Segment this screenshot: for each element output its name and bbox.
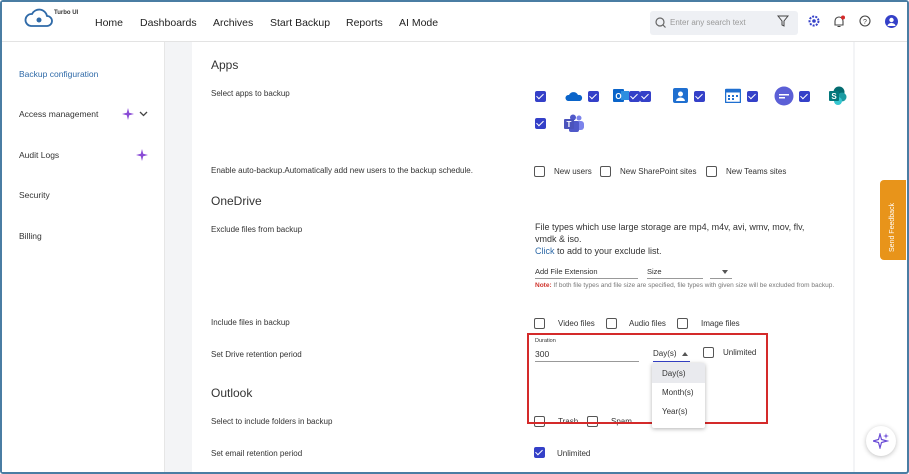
dropdown-option-months[interactable]: Month(s) (662, 388, 694, 397)
contacts-icon (673, 88, 688, 103)
checkbox-app-onedrive[interactable] (588, 91, 599, 102)
send-feedback-tab[interactable]: Send Feedback (880, 180, 906, 260)
checkbox-app-outlook[interactable] (640, 91, 651, 102)
exclude-info-line3: to add to your exclude list. (554, 246, 662, 256)
add-file-extension-input[interactable]: Add File Extension (535, 267, 638, 279)
label-include-folders: Select to include folders in backup (211, 417, 333, 426)
settings-gear-icon[interactable] (808, 15, 820, 27)
exclude-click-link[interactable]: Click (535, 246, 555, 256)
label-exclude-files: Exclude files from backup (211, 225, 303, 234)
retention-unit-dropdown: Day(s) Month(s) Year(s) (652, 363, 705, 428)
svg-text:S: S (831, 92, 837, 101)
notification-bell-icon[interactable] (832, 15, 846, 28)
filter-icon[interactable] (777, 15, 789, 27)
option-new-users-label: New users (554, 167, 592, 176)
brand-logo-icon[interactable] (24, 8, 54, 35)
onedrive-icon (565, 92, 583, 101)
nav-reports[interactable]: Reports (346, 17, 383, 29)
sidebar-item-security[interactable]: Security (19, 190, 50, 200)
user-avatar-icon[interactable] (885, 15, 898, 28)
outlook-icon: O (613, 89, 629, 102)
search-placeholder: Enter any search text (670, 18, 746, 27)
label-drive-retention: Set Drive retention period (211, 350, 302, 359)
option-video-files-label: Video files (558, 319, 595, 328)
note-label: Note: (535, 282, 552, 289)
exclude-info-line2: vmdk & iso. (535, 234, 582, 244)
svg-text:O: O (615, 92, 621, 101)
sidebar-item-backup-configuration[interactable]: Backup configuration (19, 69, 98, 79)
sidebar: Backup configuration Access management A… (2, 42, 165, 472)
checkbox-app-chat[interactable] (799, 91, 810, 102)
ai-sparkle-icon (122, 108, 134, 120)
add-file-extension-label: Add File Extension (535, 267, 598, 276)
checkbox-email-unlimited[interactable] (534, 447, 545, 458)
option-new-sharepoint-sites-label: New SharePoint sites (620, 167, 697, 176)
brand-name: Turbo UI (54, 10, 79, 16)
search-input[interactable]: Enter any search text (650, 11, 798, 35)
checkbox-image-files[interactable] (677, 318, 688, 329)
svg-text:?: ? (863, 19, 867, 26)
nav-ai-mode[interactable]: AI Mode (399, 17, 438, 29)
label-include-files: Include files in backup (211, 318, 290, 327)
teams-icon: T (564, 114, 584, 132)
checkbox-new-sharepoint-sites[interactable] (600, 166, 611, 177)
sidebar-item-access-management[interactable]: Access management (19, 109, 98, 119)
calendar-icon (725, 88, 741, 103)
checkbox-video-files[interactable] (534, 318, 545, 329)
note-text: If both file types and file size are spe… (551, 282, 835, 289)
ai-sparkle-icon (873, 433, 889, 449)
chevron-down-icon[interactable] (139, 111, 148, 117)
exclude-note: Note: If both file types and file size a… (535, 281, 847, 290)
checkbox-app-teams[interactable] (535, 118, 546, 129)
size-unit-select[interactable] (710, 267, 732, 279)
option-image-files-label: Image files (701, 319, 740, 328)
label-select-apps: Select apps to backup (211, 89, 290, 98)
highlight-box (527, 333, 768, 424)
search-icon (655, 17, 666, 28)
email-unlimited-label: Unlimited (557, 449, 591, 458)
option-new-teams-sites-label: New Teams sites (726, 167, 787, 176)
checkbox-app-exchange[interactable] (535, 91, 546, 102)
checkbox-app-contacts[interactable] (694, 91, 705, 102)
sharepoint-icon: S (829, 86, 847, 105)
sidebar-item-billing[interactable]: Billing (19, 231, 42, 241)
checkbox-app-calendar[interactable] (747, 91, 758, 102)
exclude-info-line1: File types which use large storage are m… (535, 222, 805, 232)
sidebar-item-audit-logs[interactable]: Audit Logs (19, 150, 59, 160)
size-input[interactable]: Size (647, 267, 703, 279)
nav-home[interactable]: Home (95, 17, 123, 29)
option-audio-files-label: Audio files (629, 319, 666, 328)
send-feedback-label: Send Feedback (889, 202, 896, 252)
section-title-outlook: Outlook (211, 386, 253, 400)
checkbox-new-users[interactable] (534, 166, 545, 177)
svg-text:T: T (567, 120, 572, 129)
caret-down-icon (722, 270, 728, 274)
nav-archives[interactable]: Archives (213, 17, 253, 29)
ai-assistant-button[interactable] (866, 426, 896, 456)
exclude-info-text: File types which use large storage are m… (535, 221, 855, 257)
checkbox-app-mail[interactable] (629, 91, 640, 102)
checkbox-audio-files[interactable] (606, 318, 617, 329)
checkbox-new-teams-sites[interactable] (706, 166, 717, 177)
label-auto-backup: Enable auto-backup.Automatically add new… (211, 166, 473, 175)
ai-sparkle-icon (136, 149, 148, 161)
size-label: Size (647, 267, 662, 276)
help-icon[interactable]: ? (859, 15, 871, 27)
nav-start-backup[interactable]: Start Backup (270, 17, 330, 29)
section-title-onedrive: OneDrive (211, 194, 262, 208)
top-navbar: Turbo UI Home Dashboards Archives Start … (2, 2, 907, 42)
label-email-retention: Set email retention period (211, 449, 303, 458)
dropdown-option-days[interactable]: Day(s) (662, 369, 686, 378)
chat-icon (774, 86, 794, 106)
section-title-apps: Apps (211, 58, 239, 72)
nav-dashboards[interactable]: Dashboards (140, 17, 197, 29)
dropdown-option-years[interactable]: Year(s) (662, 407, 688, 416)
